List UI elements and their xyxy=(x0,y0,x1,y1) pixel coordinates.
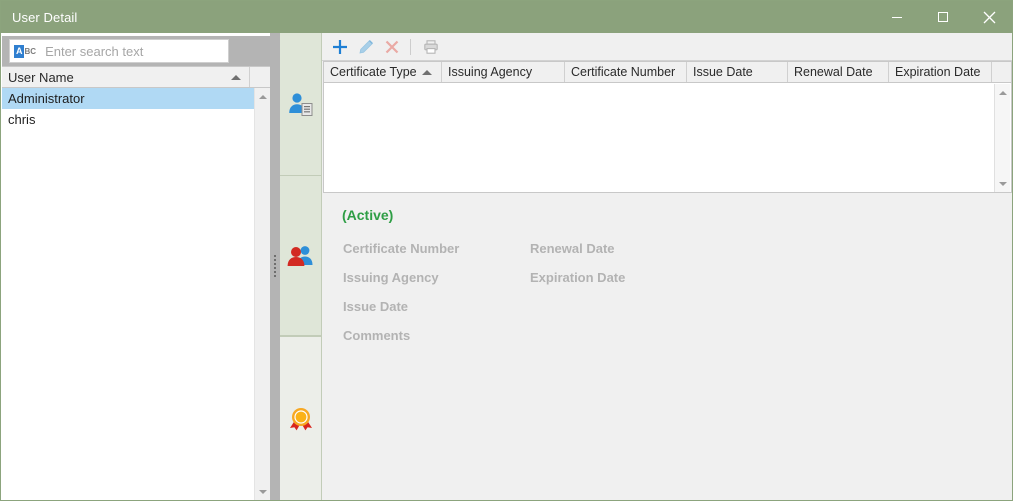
close-button[interactable] xyxy=(966,1,1012,33)
title-bar[interactable]: User Detail xyxy=(1,1,1012,33)
splitter-grip-icon xyxy=(274,255,277,277)
user-name-label: Administrator xyxy=(8,91,85,106)
certificate-grid-body[interactable] xyxy=(324,83,1011,192)
column-header-issue-date-label: Issue Date xyxy=(693,65,753,79)
chevron-up-icon xyxy=(999,90,1007,95)
column-header-certificate-type[interactable]: Certificate Type xyxy=(324,62,442,82)
certificate-detail-form: (Active) Certificate Number Issuing Agen… xyxy=(323,195,1012,499)
label-expiration-date: Expiration Date xyxy=(530,270,626,285)
sort-ascending-icon xyxy=(422,70,432,75)
certificate-grid[interactable]: Certificate Type Issuing Agency Certific… xyxy=(323,61,1012,193)
user-list-panel: A BC User Name Administrator chris xyxy=(2,33,270,500)
chevron-down-icon xyxy=(259,489,267,494)
column-header-renewal-date-label: Renewal Date xyxy=(794,65,873,79)
scroll-up-button[interactable] xyxy=(995,84,1011,101)
list-item[interactable]: Administrator xyxy=(2,88,254,109)
user-list[interactable]: Administrator chris xyxy=(2,88,254,500)
certificate-grid-header: Certificate Type Issuing Agency Certific… xyxy=(324,62,1011,83)
column-header-filler xyxy=(992,62,1011,82)
user-list-header: User Name xyxy=(2,66,270,88)
x-icon xyxy=(385,40,399,53)
abc-icon-letters-bc: BC xyxy=(24,46,37,56)
sort-ascending-icon xyxy=(231,75,241,80)
panel-splitter[interactable] xyxy=(270,33,280,500)
search-input[interactable] xyxy=(43,42,218,60)
list-item[interactable]: chris xyxy=(2,109,254,130)
search-bar: A BC xyxy=(2,36,270,66)
maximize-icon xyxy=(938,12,948,22)
scroll-down-button[interactable] xyxy=(995,175,1011,192)
user-list-scrollbar[interactable] xyxy=(254,88,270,500)
label-certificate-number: Certificate Number xyxy=(343,241,460,256)
column-header-filler xyxy=(250,67,270,87)
search-box[interactable]: A BC xyxy=(9,39,229,63)
toolbar-separator xyxy=(410,38,411,55)
column-header-issuing-agency[interactable]: Issuing Agency xyxy=(442,62,565,82)
status-badge: (Active) xyxy=(342,207,394,223)
vertical-tab-strip xyxy=(280,33,322,500)
window-title: User Detail xyxy=(12,9,78,25)
delete-certificate-button[interactable] xyxy=(380,35,404,59)
close-icon xyxy=(983,11,995,23)
maximize-button[interactable] xyxy=(920,1,966,33)
chevron-up-icon xyxy=(259,94,267,99)
certificate-toolbar xyxy=(322,33,1012,61)
print-button[interactable] xyxy=(419,35,443,59)
column-header-certificate-number-label: Certificate Number xyxy=(571,65,676,79)
printer-icon xyxy=(424,39,438,54)
minimize-button[interactable] xyxy=(874,1,920,33)
user-name-label: chris xyxy=(8,112,36,127)
column-header-user-name[interactable]: User Name xyxy=(2,67,250,87)
column-header-issue-date[interactable]: Issue Date xyxy=(687,62,788,82)
minimize-icon xyxy=(892,17,902,18)
scroll-down-button[interactable] xyxy=(255,483,271,500)
abc-icon-letter-a: A xyxy=(14,44,24,58)
label-issuing-agency: Issuing Agency xyxy=(343,270,439,285)
add-certificate-button[interactable] xyxy=(328,35,352,59)
chevron-down-icon xyxy=(999,181,1007,186)
sidebar-item-certificates[interactable] xyxy=(280,336,321,500)
column-header-expiration-date[interactable]: Expiration Date xyxy=(889,62,992,82)
column-header-expiration-date-label: Expiration Date xyxy=(895,65,981,79)
certificate-grid-scrollbar[interactable] xyxy=(994,84,1010,192)
label-comments: Comments xyxy=(343,328,411,343)
scroll-up-button[interactable] xyxy=(255,88,271,105)
column-header-renewal-date[interactable]: Renewal Date xyxy=(788,62,889,82)
pencil-icon xyxy=(359,39,373,54)
sidebar-item-user-groups[interactable] xyxy=(280,176,321,336)
two-users-icon xyxy=(287,245,312,266)
label-renewal-date: Renewal Date xyxy=(530,241,615,256)
column-header-user-name-label: User Name xyxy=(8,69,74,85)
plus-icon xyxy=(333,39,347,54)
column-header-certificate-number[interactable]: Certificate Number xyxy=(565,62,687,82)
user-detail-window: User Detail A BC Enter search text User … xyxy=(0,0,1013,501)
certificates-panel: Certificate Type Issuing Agency Certific… xyxy=(322,33,1012,500)
column-header-issuing-agency-label: Issuing Agency xyxy=(448,65,533,79)
column-header-certificate-type-label: Certificate Type xyxy=(330,65,417,79)
label-issue-date: Issue Date xyxy=(343,299,409,314)
abc-search-icon: A BC xyxy=(14,44,37,58)
award-ribbon-icon xyxy=(289,407,312,430)
sidebar-item-user-details[interactable] xyxy=(280,33,321,176)
edit-certificate-button[interactable] xyxy=(354,35,378,59)
user-document-icon xyxy=(288,93,312,116)
